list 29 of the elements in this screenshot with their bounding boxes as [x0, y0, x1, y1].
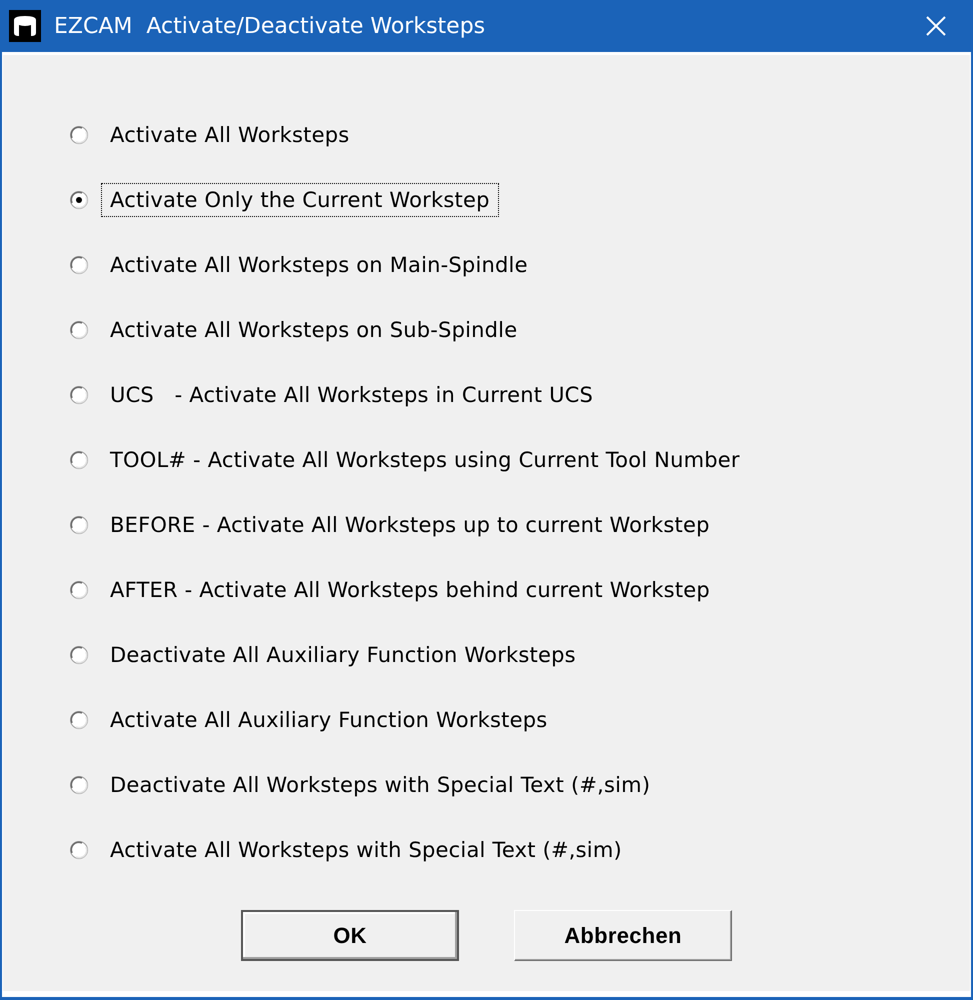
option-label[interactable]: Activate All Auxiliary Function Worksteps — [101, 702, 556, 736]
radio-button[interactable] — [69, 320, 89, 340]
radio-button[interactable] — [69, 644, 89, 664]
option-label[interactable]: TOOL# - Activate All Worksteps using Current Tool Number — [101, 442, 749, 476]
option-label[interactable]: Activate Only the Current Workstep — [101, 182, 499, 216]
close-icon[interactable] — [926, 16, 946, 36]
option-label[interactable]: Deactivate All Auxiliary Function Worksteps — [101, 638, 585, 672]
radio-button[interactable] — [69, 710, 89, 730]
radio-button[interactable] — [69, 384, 89, 404]
option-label[interactable]: AFTER - Activate All Worksteps behind current Workstep — [101, 572, 719, 606]
option-label[interactable]: Activate All Worksteps with Special Text (#,sim) — [101, 832, 631, 866]
option-label[interactable]: Activate All Worksteps on Main-Spindle — [101, 248, 537, 282]
option-label[interactable]: BEFORE - Activate All Worksteps up to current Workstep — [101, 508, 719, 542]
radio-button[interactable] — [69, 124, 89, 144]
option-label[interactable]: Activate All Worksteps on Sub-Spindle — [101, 312, 526, 346]
ok-button[interactable]: OK — [241, 910, 459, 961]
cancel-button[interactable]: Abbrechen — [514, 910, 732, 961]
radio-button[interactable] — [69, 190, 89, 210]
app-icon — [9, 10, 41, 42]
radio-button[interactable] — [69, 580, 89, 600]
option-label[interactable]: UCS - Activate All Worksteps in Current UCS — [101, 378, 602, 412]
radio-button[interactable] — [69, 840, 89, 860]
radio-button[interactable] — [69, 450, 89, 470]
radio-button[interactable] — [69, 774, 89, 794]
radio-button[interactable] — [69, 254, 89, 274]
window-title: EZCAM Activate/Deactivate Worksteps — [54, 12, 486, 40]
option-label[interactable]: Activate All Worksteps — [101, 118, 358, 152]
radio-button[interactable] — [69, 514, 89, 534]
option-label[interactable]: Deactivate All Worksteps with Special Text (#,sim) — [101, 768, 660, 802]
